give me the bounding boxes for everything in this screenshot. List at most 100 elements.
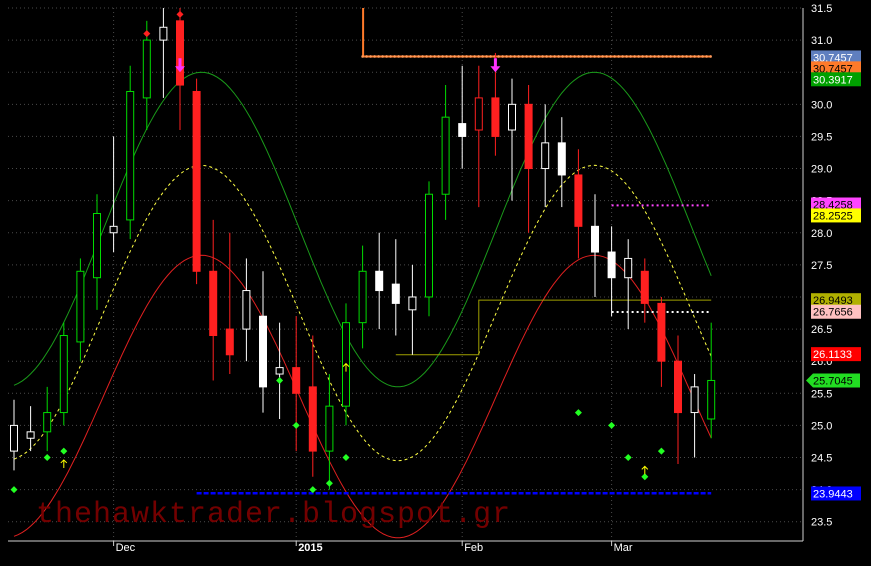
x-tick-label: Mar xyxy=(614,542,633,554)
candle-body xyxy=(408,296,417,311)
resistance-level-dot xyxy=(605,55,608,58)
resistance-level-dot xyxy=(585,55,588,58)
resistance-level-dot xyxy=(601,55,604,58)
candle-body xyxy=(142,39,151,99)
resistance-level-dot xyxy=(669,55,672,58)
resistance-level-dot xyxy=(565,55,568,58)
resistance-level-dot xyxy=(533,55,536,58)
resistance-level-dot xyxy=(517,55,520,58)
candle-body xyxy=(292,367,301,394)
y-tick-label: 23.5 xyxy=(811,517,832,529)
resistance-level-dot xyxy=(653,55,656,58)
resistance-level-dot xyxy=(497,55,500,58)
resistance-level-dot xyxy=(529,55,532,58)
resistance-level-dot xyxy=(681,55,684,58)
candle-body xyxy=(541,142,550,170)
candle-body xyxy=(508,103,516,131)
candle-body xyxy=(640,270,649,304)
price-tag: 26.7656 xyxy=(811,304,861,319)
y-tick-label: 25.5 xyxy=(811,388,832,400)
resistance-level-dot xyxy=(577,55,580,58)
price-tag: 30.3917 xyxy=(811,72,861,87)
x-tick-label: 2015 xyxy=(298,542,322,554)
candle-body xyxy=(59,335,68,414)
resistance-level-dot xyxy=(633,55,636,58)
y-tick-label: 27.5 xyxy=(811,260,832,272)
candle-body xyxy=(657,302,666,362)
candle-body xyxy=(375,270,384,292)
resistance-level-dot xyxy=(465,55,468,58)
candle-body xyxy=(358,270,367,324)
candle-body xyxy=(109,225,118,234)
candle-body xyxy=(458,123,467,137)
x-tick-label: Feb xyxy=(464,542,483,554)
candle-body xyxy=(707,379,716,420)
candle-body xyxy=(574,174,583,227)
y-tick-label: 29.0 xyxy=(811,164,832,176)
resistance-level-dot xyxy=(697,55,700,58)
price-tag: 26.1133 xyxy=(811,347,861,362)
y-tick-label: 31.0 xyxy=(811,35,832,47)
candle-body xyxy=(275,367,284,375)
candle-body xyxy=(491,97,500,137)
price-tag-label: 26.1133 xyxy=(813,349,852,361)
resistance-level-dot xyxy=(569,55,572,58)
resistance-level-dot xyxy=(401,55,404,58)
resistance-level-dot xyxy=(441,55,444,58)
resistance-level-dot xyxy=(513,55,516,58)
candle-body xyxy=(607,251,616,279)
resistance-level-dot xyxy=(361,55,364,58)
candle-body xyxy=(159,26,168,41)
candle-body xyxy=(126,90,135,221)
resistance-level-dot xyxy=(505,55,508,58)
resistance-level-dot xyxy=(709,55,712,58)
price-tag-label: 25.7045 xyxy=(813,375,853,387)
resistance-level-dot xyxy=(397,55,400,58)
resistance-level-dot xyxy=(425,55,428,58)
candle-body xyxy=(557,142,566,176)
resistance-level-dot xyxy=(549,55,552,58)
resistance-level-dot xyxy=(649,55,652,58)
resistance-level-dot xyxy=(609,55,612,58)
candle-body xyxy=(209,270,218,337)
resistance-level-dot xyxy=(445,55,448,58)
candle-body xyxy=(259,315,267,388)
resistance-level-dot xyxy=(657,55,660,58)
resistance-level-dot xyxy=(417,55,420,58)
resistance-level-dot xyxy=(437,55,440,58)
resistance-level-dot xyxy=(617,55,620,58)
resistance-level-dot xyxy=(621,55,624,58)
resistance-level-dot xyxy=(561,55,564,58)
resistance-level-dot xyxy=(413,55,416,58)
candle-body xyxy=(43,412,52,433)
candle-body xyxy=(524,103,533,170)
resistance-level-dot xyxy=(705,55,708,58)
resistance-level-dot xyxy=(485,55,488,58)
candle-body xyxy=(474,97,483,131)
candle-body xyxy=(176,20,184,86)
resistance-level-dot xyxy=(393,55,396,58)
resistance-level-dot xyxy=(409,55,412,58)
resistance-level-dot xyxy=(369,55,372,58)
resistance-level-dot xyxy=(557,55,560,58)
resistance-level-dot xyxy=(457,55,460,58)
resistance-level-dot xyxy=(589,55,592,58)
price-tag-label: 30.3917 xyxy=(813,74,853,86)
resistance-level-dot xyxy=(381,55,384,58)
resistance-level-dot xyxy=(461,55,464,58)
y-tick-label: 30.0 xyxy=(811,99,832,111)
candle-body xyxy=(242,290,251,330)
resistance-level-dot xyxy=(685,55,688,58)
y-tick-label: 29.5 xyxy=(811,131,832,143)
resistance-level-dot xyxy=(433,55,436,58)
candle-body xyxy=(425,193,433,298)
x-tick-label: Dec xyxy=(116,542,136,554)
resistance-level-dot xyxy=(473,55,476,58)
resistance-level-dot xyxy=(449,55,452,58)
resistance-level-dot xyxy=(677,55,680,58)
y-tick-label: 25.0 xyxy=(811,420,832,432)
resistance-level-dot xyxy=(537,55,540,58)
candle-body xyxy=(192,90,201,272)
candle-body xyxy=(441,116,450,195)
resistance-level-dot xyxy=(553,55,556,58)
